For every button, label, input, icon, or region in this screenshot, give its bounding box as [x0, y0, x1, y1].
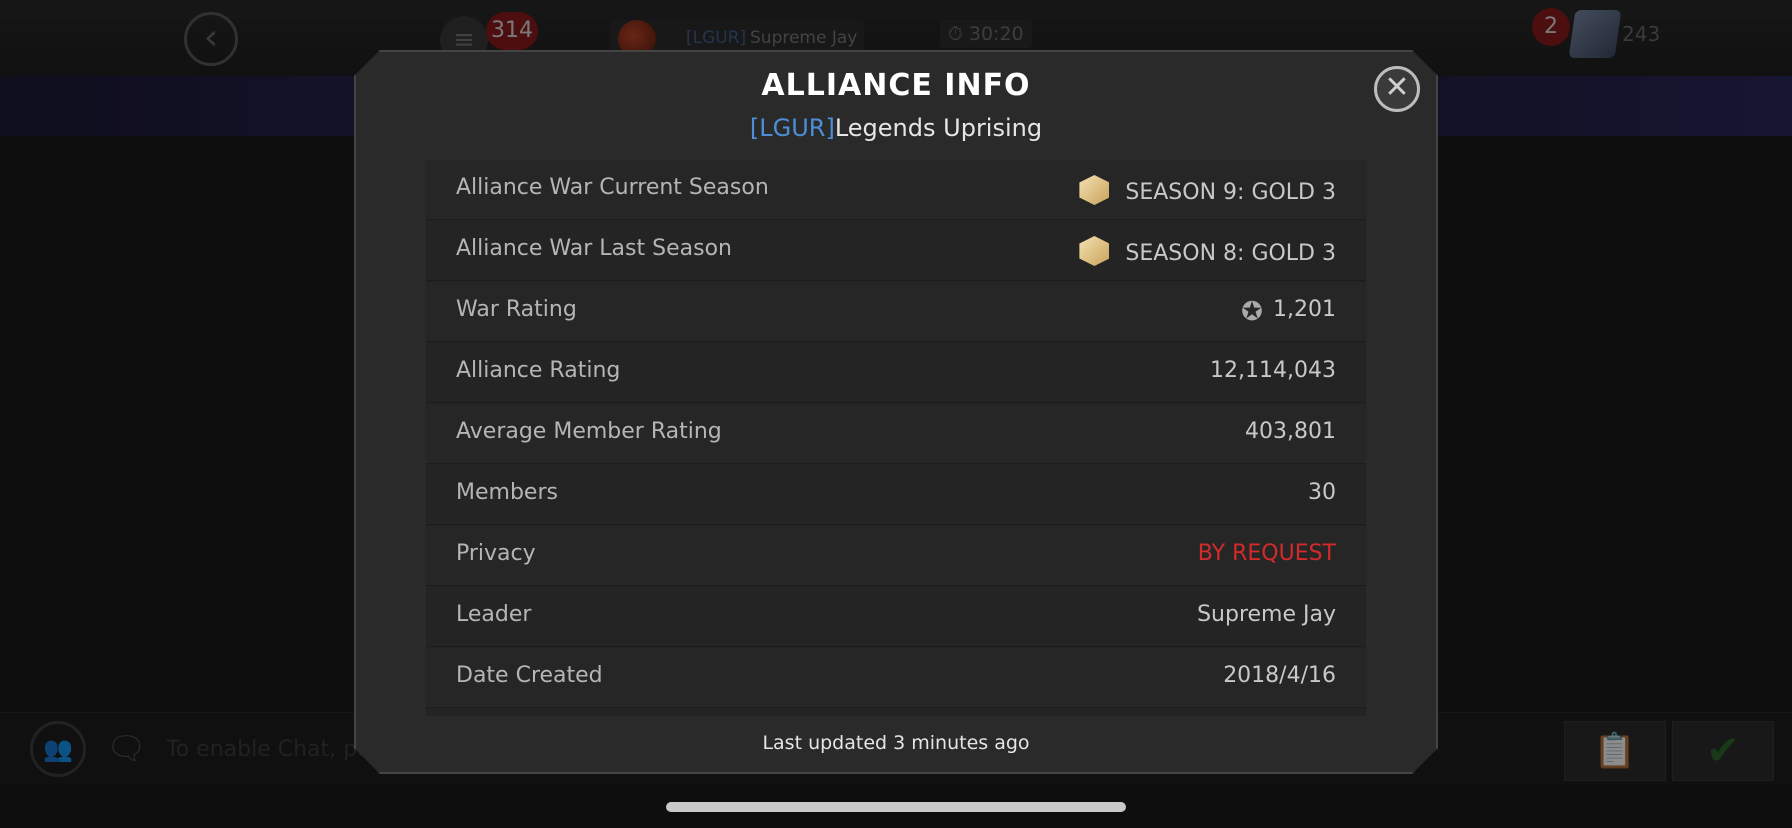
info-table: Alliance War Current Season SEASON 9: GO… [426, 160, 1366, 716]
alliance-tag: [LGUR] [749, 114, 835, 142]
row-label: War Rating [456, 297, 577, 322]
row-leader: Leader Supreme Jay [426, 587, 1366, 647]
alliance-subtitle: [LGUR]Legends Uprising [354, 114, 1438, 142]
row-label: Leader [456, 602, 532, 627]
close-button[interactable]: ✕ [1374, 66, 1420, 112]
row-war-last-season: Alliance War Last Season SEASON 8: GOLD … [426, 221, 1366, 281]
last-updated-text: Last updated 3 minutes ago [762, 732, 1030, 754]
row-label: Average Member Rating [456, 419, 722, 444]
row-war-rating: War Rating ✪ 1,201 [426, 282, 1366, 342]
row-value-text: 1,201 [1273, 297, 1336, 322]
row-alliance-rating: Alliance Rating 12,114,043 [426, 343, 1366, 403]
row-label: Members [456, 480, 558, 505]
row-value: SEASON 8: GOLD 3 [1079, 236, 1336, 266]
row-privacy: Privacy BY REQUEST [426, 526, 1366, 586]
row-value: SEASON 9: GOLD 3 [1079, 175, 1336, 205]
war-rating-icon: ✪ [1241, 297, 1263, 327]
row-label: Date Created [456, 663, 603, 688]
row-value[interactable]: Supreme Jay [1197, 602, 1336, 627]
row-value-text: SEASON 9: GOLD 3 [1125, 180, 1336, 205]
row-value: 2018/4/16 [1223, 663, 1336, 688]
gold-tier-icon [1079, 175, 1109, 205]
row-label: Alliance War Current Season [456, 175, 769, 200]
alliance-name: Legends Uprising [834, 114, 1043, 142]
row-label: Alliance Rating [456, 358, 621, 383]
row-average-member-rating: Average Member Rating 403,801 [426, 404, 1366, 464]
gold-tier-icon [1079, 236, 1109, 266]
row-value: 403,801 [1245, 419, 1336, 444]
row-war-current-season: Alliance War Current Season SEASON 9: GO… [426, 160, 1366, 220]
home-indicator[interactable] [666, 802, 1126, 812]
row-label: Alliance War Last Season [456, 236, 732, 261]
alliance-info-modal: ALLIANCE INFO [LGUR]Legends Uprising ✕ A… [354, 50, 1438, 774]
row-value: ✪ 1,201 [1237, 297, 1336, 326]
row-label: Privacy [456, 541, 536, 566]
close-icon: ✕ [1384, 70, 1410, 105]
row-value: 30 [1308, 480, 1336, 505]
row-value: BY REQUEST [1197, 541, 1336, 566]
row-date-created: Date Created 2018/4/16 [426, 648, 1366, 708]
modal-title: ALLIANCE INFO [761, 68, 1031, 103]
row-value-text: SEASON 8: GOLD 3 [1125, 241, 1336, 266]
row-members: Members 30 [426, 465, 1366, 525]
row-value: 12,114,043 [1210, 358, 1336, 383]
